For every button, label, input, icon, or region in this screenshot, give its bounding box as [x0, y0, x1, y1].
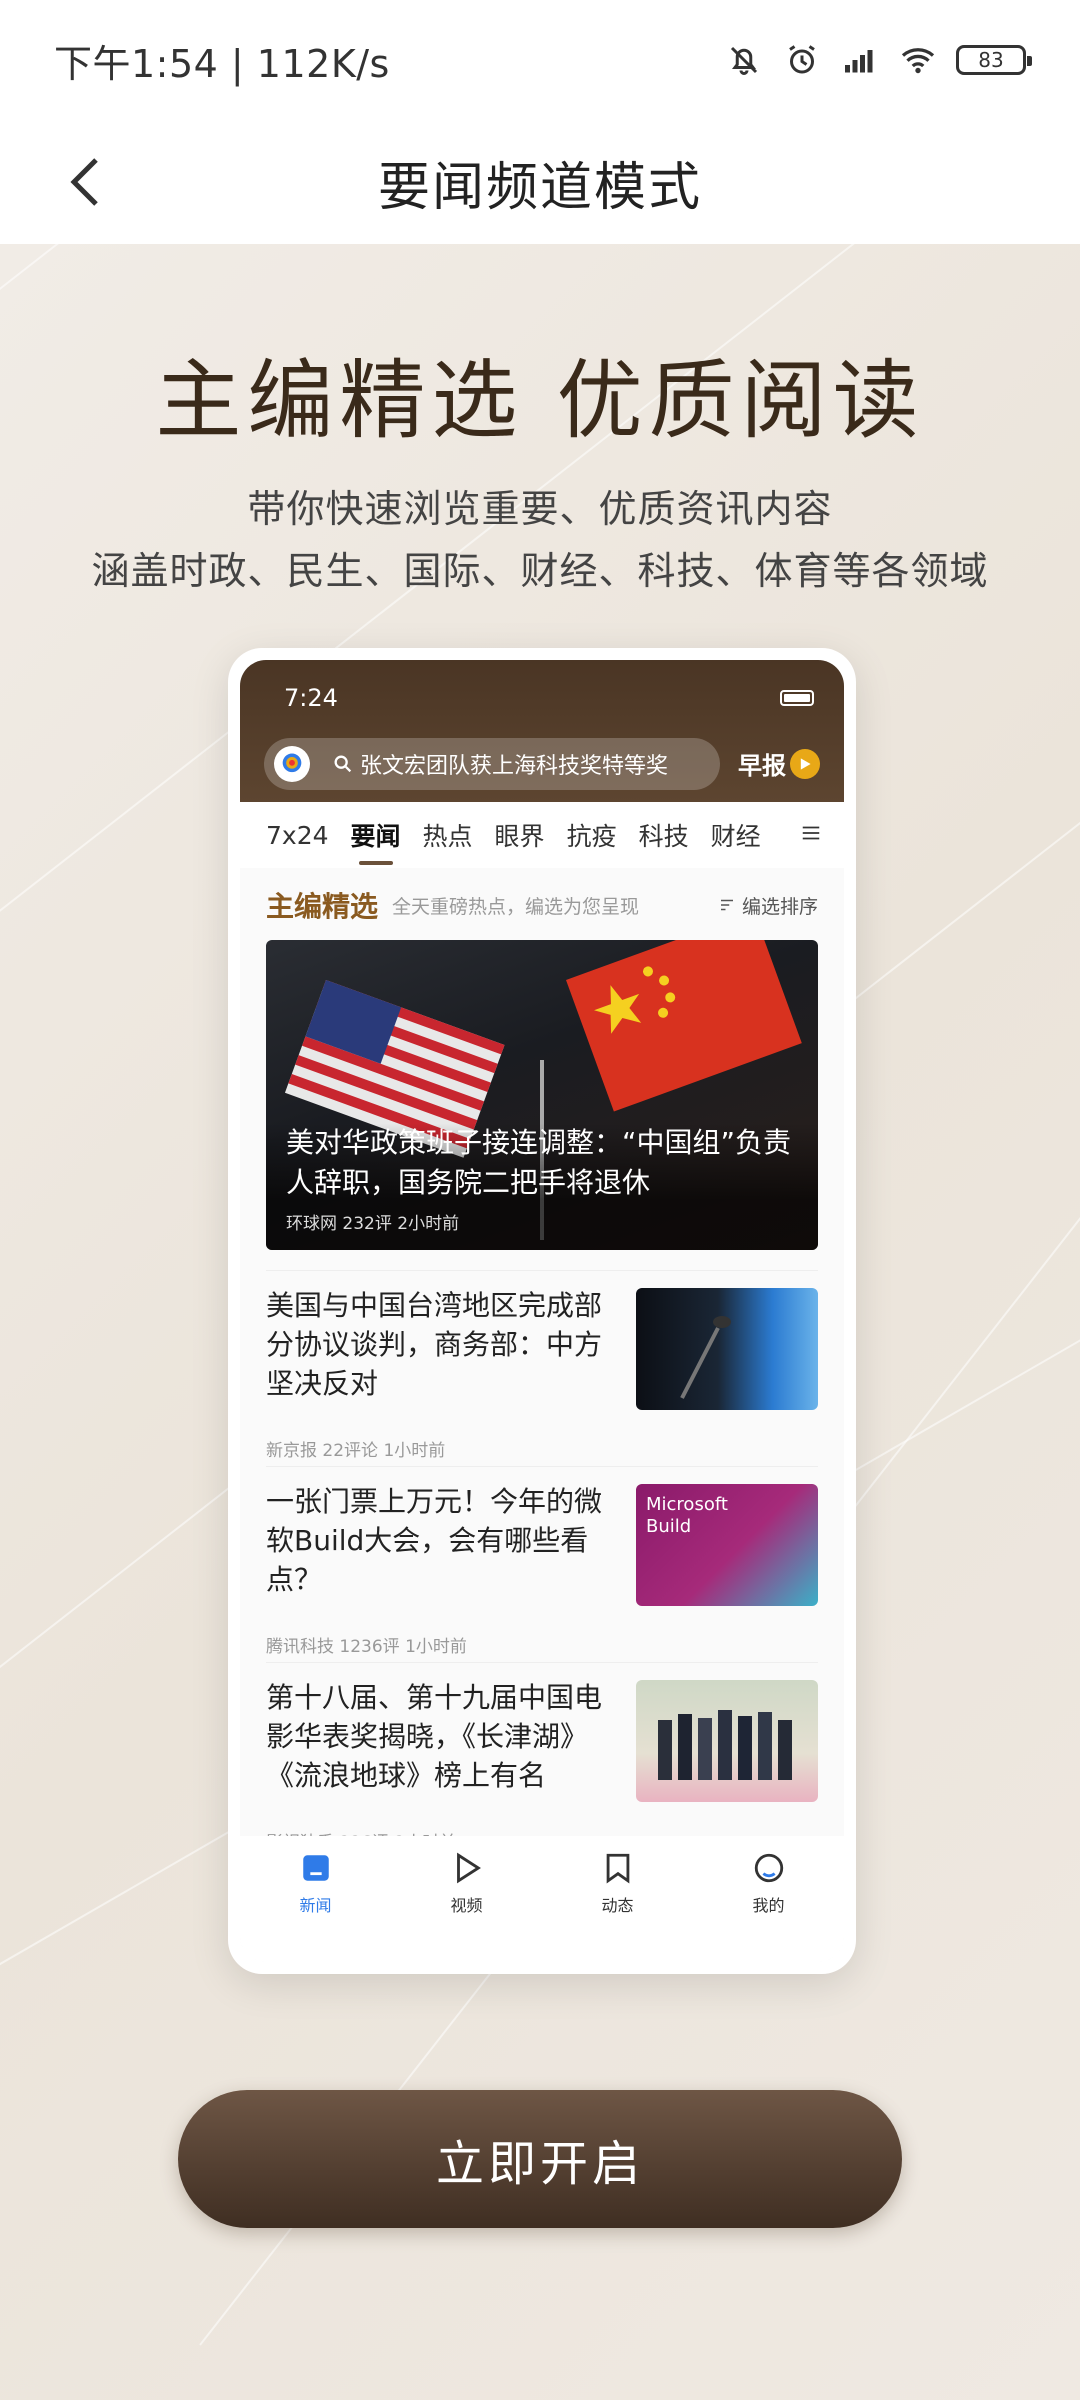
- enable-now-button[interactable]: 立即开启: [178, 2090, 902, 2228]
- battery-indicator: 83: [956, 45, 1032, 75]
- status-bar: 下午1:54 | 112K/s 83: [0, 0, 1080, 120]
- search-icon: [334, 755, 352, 773]
- article-meta: 腾讯科技 1236评 1小时前: [266, 1637, 467, 1657]
- nav-dynamic: 动态: [568, 1848, 668, 1962]
- preview-zaobao: 早报: [738, 746, 820, 781]
- nav-news: 新闻: [266, 1848, 366, 1962]
- article-meta: 新京报 22评论 1小时前: [266, 1441, 446, 1461]
- app-logo-icon: [274, 746, 310, 782]
- bookmark-icon: [598, 1848, 638, 1888]
- preview-battery-icon: [780, 690, 814, 706]
- preview-search-text: 张文宏团队获上海科技奖特等奖: [360, 754, 669, 779]
- article-title: 美国与中国台湾地区完成部分协议谈判，商务部：中方坚决反对: [266, 1289, 603, 1400]
- hero-article-meta: 环球网 232评 2小时前: [286, 1214, 460, 1234]
- thumb-line1: Microsoft: [646, 1494, 728, 1515]
- status-time: 下午1:54 | 112K/s: [54, 41, 390, 86]
- preview-tab: 抗疫: [566, 822, 617, 851]
- alarm-icon: [782, 40, 822, 80]
- preview-tab: 眼界: [494, 822, 545, 851]
- divider: [266, 1466, 818, 1467]
- phone-screen: 7:24 张文宏团队获上海科技奖特等奖 早报 7x24 要闻 热点 眼界 抗疫: [240, 660, 844, 1962]
- article-title: 第十八届、第十九届中国电影华表奖揭晓，《长津湖》《流浪地球》榜上有名: [266, 1681, 603, 1792]
- preview-search-bar: 张文宏团队获上海科技奖特等奖: [264, 738, 720, 790]
- profile-icon: [749, 1848, 789, 1888]
- mute-bell-icon: [724, 40, 764, 80]
- sort-icon: [720, 899, 733, 911]
- sort-control: 编选排序: [718, 892, 818, 919]
- nav-video: 视频: [417, 1848, 517, 1962]
- nav-label: 我的: [752, 1896, 785, 1915]
- hero-title: 主编精选 优质阅读: [155, 351, 925, 451]
- list-item: 美国与中国台湾地区完成部分协议谈判，商务部：中方坚决反对 新京报 22评论 1小…: [266, 1286, 818, 1476]
- hero-subtitle-line1: 带你快速浏览重要、优质资讯内容: [247, 487, 833, 531]
- news-icon: [296, 1848, 336, 1888]
- preview-tab: 财经: [710, 822, 761, 851]
- preview-top-bar: 7:24 张文宏团队获上海科技奖特等奖 早报: [240, 660, 844, 802]
- preview-tabs: 7x24 要闻 热点 眼界 抗疫 科技 财经: [240, 802, 844, 868]
- video-play-icon: [447, 1848, 487, 1888]
- preview-tab: 热点: [422, 822, 473, 851]
- sort-label: 编选排序: [741, 895, 818, 918]
- nav-label: 视频: [450, 1896, 483, 1915]
- top-header: 要闻频道模式: [0, 120, 1080, 244]
- status-icons: 83: [724, 40, 1032, 80]
- preview-tab: 7x24: [266, 820, 329, 850]
- list-item: 一张门票上万元！今年的微软Build大会，会有哪些看点？ Microsoft B…: [266, 1482, 818, 1672]
- hero-subtitle-line2: 涵盖时政、民生、国际、财经、科技、体育等各领域: [91, 549, 989, 593]
- signal-icon: [840, 40, 880, 80]
- section-title: 主编精选: [266, 890, 379, 923]
- wifi-icon: [898, 40, 938, 80]
- preview-bottom-nav: 新闻 视频 动态 我的: [240, 1836, 844, 1962]
- hero-article-title: 美对华政策班子接连调整：“中国组”负责人辞职，国务院二把手将退休: [286, 1126, 792, 1199]
- section-subtitle: 全天重磅热点，编选为您呈现: [392, 895, 640, 918]
- preview-section-header: 主编精选 全天重磅热点，编选为您呈现 编选排序: [266, 882, 818, 928]
- article-thumbnail: Microsoft Build: [636, 1484, 818, 1606]
- article-thumbnail: [636, 1680, 818, 1802]
- menu-icon: [800, 822, 822, 848]
- nav-label: 动态: [601, 1896, 634, 1915]
- thumb-line2: Build: [646, 1516, 692, 1537]
- preview-time: 7:24: [284, 684, 338, 712]
- divider: [266, 1270, 818, 1271]
- page-title: 要闻频道模式: [377, 157, 702, 218]
- article-thumbnail: [636, 1288, 818, 1410]
- back-button[interactable]: [50, 146, 122, 218]
- preview-tab-active: 要闻: [351, 817, 401, 865]
- hero-caption: 美对华政策班子接连调整：“中国组”负责人辞职，国务院二把手将退休 环球网 232…: [266, 1123, 818, 1250]
- zaobao-label: 早报: [738, 752, 786, 780]
- preview-tab: 科技: [638, 822, 689, 851]
- chevron-left-icon: [70, 158, 98, 206]
- nav-label: 新闻: [299, 1896, 332, 1915]
- article-title: 一张门票上万元！今年的微软Build大会，会有哪些看点？: [266, 1485, 603, 1596]
- phone-preview: 7:24 张文宏团队获上海科技奖特等奖 早报 7x24 要闻 热点 眼界 抗疫: [228, 648, 856, 1974]
- divider: [266, 1662, 818, 1663]
- preview-hero-article: 美对华政策班子接连调整：“中国组”负责人辞职，国务院二把手将退休 环球网 232…: [266, 940, 818, 1250]
- play-icon: [790, 748, 820, 779]
- nav-me: 我的: [719, 1848, 819, 1962]
